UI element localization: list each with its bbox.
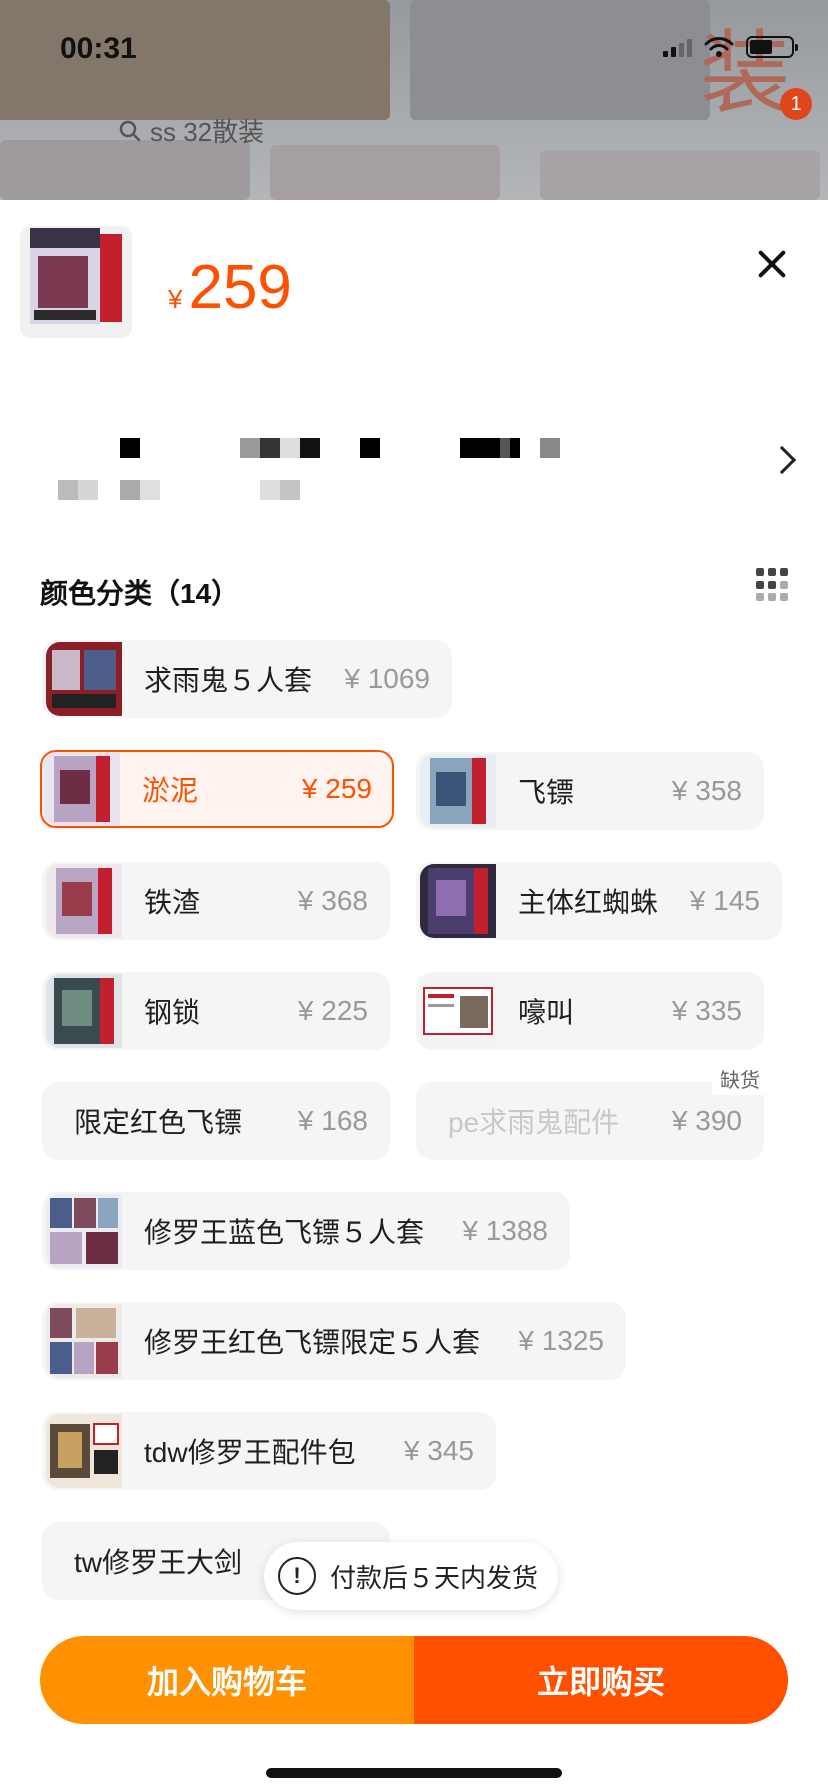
variant-image bbox=[44, 752, 120, 826]
grid-view-icon[interactable] bbox=[756, 568, 790, 602]
variant-image bbox=[46, 1194, 122, 1268]
shipping-tip-text: 付款后５天内发货 bbox=[330, 1562, 539, 1593]
variant-price: ¥ 345 bbox=[403, 1435, 474, 1466]
variant-option-disabled: pe求雨鬼配件 ¥ 390 bbox=[416, 1082, 764, 1160]
variant-name: 嚎叫 bbox=[518, 997, 575, 1028]
variant-image bbox=[46, 642, 122, 716]
bg-search-text: ss 32散装 bbox=[150, 117, 265, 147]
variant-image bbox=[46, 974, 122, 1048]
variant-option[interactable]: 求雨鬼５人套 ¥ 1069 bbox=[42, 640, 452, 718]
product-thumbnail[interactable] bbox=[20, 226, 132, 338]
variant-price: ¥ 145 bbox=[689, 885, 760, 916]
variant-price: ¥ 358 bbox=[671, 775, 742, 806]
variant-name: 修罗王红色飞镖限定５人套 bbox=[144, 1327, 481, 1358]
variant-option[interactable]: 钢锁 ¥ 225 bbox=[42, 972, 390, 1050]
status-time: 00:31 bbox=[60, 32, 137, 65]
variant-name: 主体红蜘蛛 bbox=[518, 887, 659, 918]
variant-option[interactable]: tdw修罗王配件包 ¥ 345 bbox=[42, 1412, 496, 1490]
status-icons bbox=[663, 36, 798, 58]
variant-image bbox=[420, 754, 496, 828]
variant-section-title: 颜色分类（14） bbox=[40, 578, 240, 609]
variant-option[interactable]: 主体红蜘蛛 ¥ 145 bbox=[416, 862, 782, 940]
variant-name: 飞镖 bbox=[518, 777, 575, 808]
variant-price: ¥ 1325 bbox=[518, 1325, 604, 1356]
sku-sheet: ¥ 259 颜色分类（14） 求雨鬼５人套 ¥ 1069 淤泥 ¥ 259 飞镖… bbox=[0, 200, 828, 1792]
variant-name: 修罗王蓝色飞镖５人套 bbox=[144, 1217, 425, 1248]
price-value: 259 bbox=[188, 253, 292, 322]
battery-icon bbox=[746, 36, 798, 58]
variant-price: ¥ 390 bbox=[671, 1105, 742, 1136]
variant-name: 淤泥 bbox=[142, 775, 199, 806]
variant-name: pe求雨鬼配件 bbox=[448, 1107, 620, 1138]
search-icon bbox=[119, 120, 141, 141]
variant-image bbox=[46, 1304, 122, 1378]
wifi-icon bbox=[704, 37, 734, 57]
variant-price: ¥ 1069 bbox=[344, 663, 430, 694]
variant-option[interactable]: 限定红色飞镖 ¥ 168 bbox=[42, 1082, 390, 1160]
variant-price: ¥ 259 bbox=[301, 773, 372, 804]
home-indicator[interactable] bbox=[266, 1768, 562, 1778]
signal-icon bbox=[663, 37, 692, 57]
variant-image bbox=[420, 974, 496, 1048]
variant-price: ¥ 168 bbox=[297, 1105, 368, 1136]
variant-name: 限定红色飞镖 bbox=[74, 1107, 243, 1138]
close-icon[interactable] bbox=[752, 244, 792, 284]
variant-name: tdw修罗王配件包 bbox=[144, 1437, 356, 1468]
bg-cart-badge: 1 bbox=[780, 88, 812, 120]
variant-image bbox=[420, 864, 496, 938]
variant-name: 铁渣 bbox=[144, 887, 201, 918]
variant-option[interactable]: 修罗王蓝色飞镖５人套 ¥ 1388 bbox=[42, 1192, 570, 1270]
variant-price: ¥ 1388 bbox=[462, 1215, 548, 1246]
selected-price: ¥ 259 bbox=[168, 252, 292, 323]
out-of-stock-badge: 缺货 bbox=[712, 1062, 768, 1095]
info-icon: ! bbox=[278, 1557, 316, 1595]
bg-search-bar: ss 32散装 bbox=[118, 112, 264, 149]
buy-now-button[interactable]: 立即购买 bbox=[414, 1636, 788, 1724]
variant-option[interactable]: 修罗王红色飞镖限定５人套 ¥ 1325 bbox=[42, 1302, 626, 1380]
variant-name: 钢锁 bbox=[144, 997, 201, 1028]
variant-option[interactable]: 铁渣 ¥ 368 bbox=[42, 862, 390, 940]
variant-image bbox=[46, 1414, 122, 1488]
shipping-tip: ! 付款后５天内发货 bbox=[264, 1542, 559, 1610]
chevron-right-icon[interactable] bbox=[767, 445, 797, 475]
variant-price: ¥ 335 bbox=[671, 995, 742, 1026]
variant-price: ¥ 368 bbox=[297, 885, 368, 916]
add-to-cart-button[interactable]: 加入购物车 bbox=[40, 1636, 414, 1724]
product-box-image bbox=[30, 228, 122, 324]
variant-option[interactable]: 嚎叫 ¥ 335 bbox=[416, 972, 764, 1050]
action-buttons: 加入购物车 立即购买 bbox=[40, 1636, 788, 1724]
variant-image bbox=[46, 864, 122, 938]
variant-option-selected[interactable]: 淤泥 ¥ 259 bbox=[40, 750, 394, 828]
censored-address-row[interactable] bbox=[58, 438, 578, 502]
currency-symbol: ¥ bbox=[168, 284, 183, 314]
background-page: 装 00:31 ss 32散装 1 bbox=[0, 0, 828, 200]
variant-price: ¥ 225 bbox=[297, 995, 368, 1026]
variant-option[interactable]: 飞镖 ¥ 358 bbox=[416, 752, 764, 830]
variant-name: 求雨鬼５人套 bbox=[144, 665, 313, 696]
